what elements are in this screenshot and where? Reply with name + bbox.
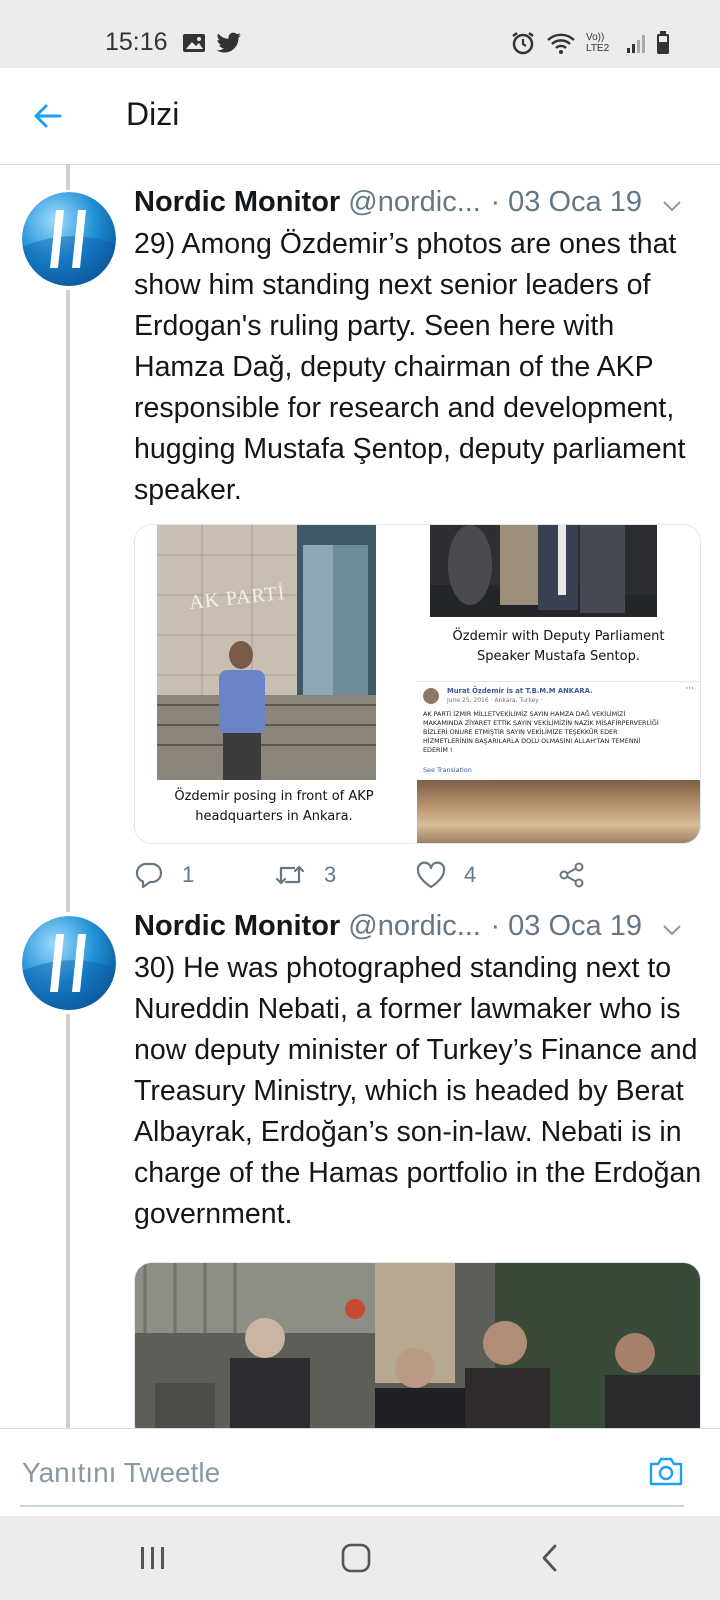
retweet-icon [275, 865, 305, 885]
photo-caption: Özdemir posing in front of AKP [174, 789, 374, 804]
fb-see-translation: See Translation [423, 766, 472, 774]
back-icon[interactable] [538, 1542, 562, 1574]
network-label: Vo)) LTE2 [586, 32, 610, 54]
alarm-icon [512, 32, 534, 55]
battery-icon [657, 31, 669, 54]
status-time: 15:16 [105, 28, 168, 56]
retweet-button[interactable]: 3 [274, 861, 416, 889]
chevron-down-icon[interactable] [660, 194, 684, 218]
chevron-down-icon[interactable] [660, 918, 684, 942]
thread-line [66, 290, 70, 912]
reply-icon [135, 862, 163, 889]
tweet-date: · 03 Oca 19 [490, 910, 642, 942]
navigation-bar [0, 1516, 720, 1600]
tweet-media[interactable] [134, 1262, 701, 1443]
photo-caption: headquarters in Ankara. [195, 809, 353, 824]
page-title: Dizi [126, 96, 180, 132]
tweet-media[interactable]: AK PARTİ Özdemir posing in front of AKP … [134, 524, 701, 844]
author-handle[interactable]: @nordic... [348, 186, 481, 218]
signal-icon [627, 35, 645, 53]
wifi-icon [547, 33, 575, 54]
like-count: 4 [464, 862, 477, 887]
home-icon[interactable] [340, 1542, 372, 1574]
status-bar: 15:16 Vo)) LTE2 [0, 0, 720, 68]
tweet-header: Nordic Monitor @nordic... [134, 186, 481, 219]
tweet-header: Nordic Monitor @nordic... [134, 910, 481, 943]
photo-sentop[interactable]: Özdemir with Deputy Parliament Speaker M… [417, 525, 700, 677]
arrow-left-icon[interactable] [30, 98, 66, 134]
thread-line [66, 1014, 70, 1428]
app-bar: Dizi [0, 68, 720, 165]
fb-meta: June 25, 2016 · Ankara, Turkey · [447, 697, 543, 704]
tweet-date: · 03 Oca 19 [490, 186, 642, 218]
reply-button[interactable]: 1 [134, 860, 274, 890]
heart-icon [416, 861, 446, 889]
share-icon [559, 862, 584, 888]
retweet-count: 3 [324, 862, 337, 887]
photo-caption: Speaker Mustafa Sentop. [477, 649, 640, 664]
author-name[interactable]: Nordic Monitor [134, 186, 340, 218]
tweet-text: 30) He was photographed standing next to… [134, 952, 702, 1230]
reply-underline [20, 1505, 684, 1507]
avatar[interactable] [22, 916, 116, 1010]
tweet-text: 29) Among Özdemir’s photos are ones that… [134, 228, 686, 506]
fb-more: ··· [685, 684, 694, 694]
twitter-icon [216, 32, 241, 53]
author-name[interactable]: Nordic Monitor [134, 910, 340, 942]
photo-facebook-post[interactable]: Murat Özdemir is at T.B.M.M ANKARA. June… [417, 681, 700, 843]
reply-input[interactable]: Yanıtını Tweetle [22, 1457, 220, 1489]
camera-icon[interactable] [648, 1455, 684, 1487]
reply-bar: Yanıtını Tweetle [0, 1428, 720, 1517]
share-button[interactable] [558, 861, 586, 889]
fb-author: Murat Özdemir is at T.B.M.M ANKARA. [447, 687, 593, 695]
fb-post-text: AK PARTİ İZMİR MİLLETVEKİLİMİZ SAYIN HAM… [423, 710, 659, 754]
reply-count: 1 [182, 862, 195, 887]
like-button[interactable]: 4 [416, 861, 558, 889]
thread-line [66, 164, 70, 190]
avatar[interactable] [22, 192, 116, 286]
photo-caption: Özdemir with Deputy Parliament [452, 629, 665, 644]
author-handle[interactable]: @nordic... [348, 910, 481, 942]
photo-nebati [135, 1263, 700, 1443]
photo-akp-hq[interactable]: AK PARTİ Özdemir posing in front of AKP … [135, 525, 413, 843]
recent-apps-icon[interactable] [138, 1544, 168, 1572]
tweet-actions: 1 3 4 [134, 860, 586, 890]
image-icon [183, 34, 205, 52]
